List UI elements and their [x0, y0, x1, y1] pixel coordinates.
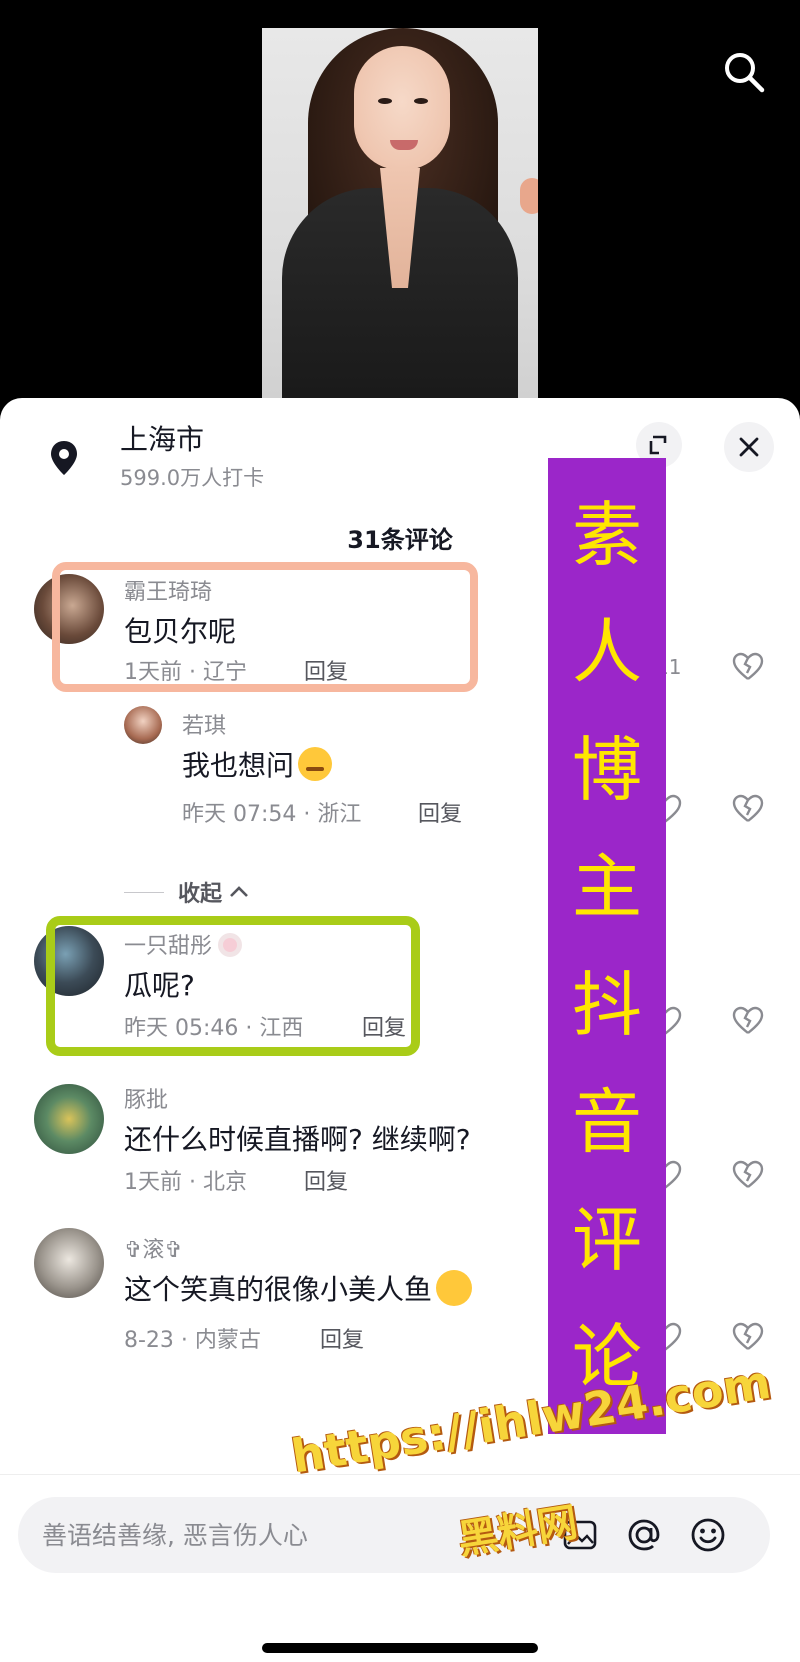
comment-username[interactable]: 一只甜彤	[124, 928, 243, 960]
collapse-replies-button[interactable]: 收起	[124, 876, 250, 908]
comment-username[interactable]: 霸王琦琦	[124, 574, 212, 606]
banner-char: 音	[572, 1081, 642, 1164]
close-button[interactable]	[724, 422, 774, 472]
crying-emoji-icon	[436, 1270, 473, 1306]
expand-icon	[649, 435, 667, 455]
highlight-box-peach	[52, 562, 478, 692]
emoji-button[interactable]	[686, 1513, 730, 1557]
avatar[interactable]	[124, 706, 162, 744]
mention-button[interactable]	[622, 1513, 666, 1557]
reply-button[interactable]: 回复	[304, 1164, 348, 1196]
comment-text: 瓜呢?	[124, 969, 195, 1002]
comment-username[interactable]: ✞滚✞	[124, 1232, 183, 1264]
video-thumbnail[interactable]	[262, 28, 538, 420]
comment-time: 1天前 · 北京	[124, 1170, 247, 1195]
close-icon	[739, 437, 759, 457]
banner-char: 博	[572, 728, 642, 811]
broken-heart-icon	[732, 1006, 764, 1034]
dislike-button[interactable]	[732, 1160, 764, 1194]
comment-input[interactable]	[42, 1520, 522, 1550]
broken-heart-icon	[732, 652, 764, 680]
broken-heart-icon	[732, 1322, 764, 1350]
comment-time: 8-23 · 内蒙古	[124, 1328, 261, 1353]
comment-time: 昨天 07:54 · 浙江	[182, 802, 362, 827]
comment-text: 我也想问	[182, 744, 333, 784]
reply-button[interactable]: 回复	[418, 796, 462, 828]
banner-char: 抖	[572, 963, 642, 1046]
dislike-button[interactable]	[732, 794, 764, 828]
comment-count: 31条评论	[347, 526, 453, 554]
dislike-button[interactable]	[732, 1006, 764, 1040]
reply-button[interactable]: 回复	[320, 1322, 364, 1354]
comment-time: 1天前 · 辽宁	[124, 660, 247, 685]
banner-char: 评	[572, 1198, 642, 1281]
avatar[interactable]	[34, 574, 104, 644]
at-sign-icon	[628, 1519, 660, 1551]
comment-time: 昨天 05:46 · 江西	[124, 1016, 304, 1041]
comment-sheet: 上海市 599.0万人打卡 31条评论 霸王琦琦 包贝尔呢 1天前 · 辽宁 回…	[0, 398, 800, 1662]
comment-input-pill[interactable]	[18, 1497, 770, 1573]
chevron-up-icon	[230, 886, 248, 897]
avatar[interactable]	[34, 1084, 104, 1154]
smile-icon	[691, 1518, 725, 1552]
reply-button[interactable]: 回复	[304, 654, 348, 686]
banner-char: 人	[572, 611, 642, 694]
search-icon	[725, 53, 765, 93]
comment-text: 这个笑真的很像小美人鱼	[124, 1268, 473, 1308]
video-area[interactable]	[0, 0, 800, 420]
dislike-button[interactable]	[732, 652, 764, 686]
search-button[interactable]	[716, 44, 772, 100]
smirk-emoji-icon	[298, 747, 333, 781]
banner-char: 素	[572, 493, 642, 576]
broken-heart-icon	[732, 794, 764, 822]
banner-char: 主	[572, 846, 642, 929]
avatar[interactable]	[34, 1228, 104, 1298]
location-title: 上海市	[120, 423, 205, 456]
dislike-button[interactable]	[732, 1322, 764, 1356]
comment-username[interactable]: 豚批	[124, 1082, 168, 1114]
location-header[interactable]: 上海市 599.0万人打卡	[40, 420, 264, 494]
comment-text: 包贝尔呢	[124, 615, 237, 648]
comment-input-bar	[0, 1474, 800, 1662]
comment-username[interactable]: 若琪	[182, 708, 226, 740]
location-checkins: 599.0万人打卡	[120, 466, 265, 490]
broken-heart-icon	[732, 1160, 764, 1188]
comment-text: 还什么时候直播啊? 继续啊?	[124, 1123, 471, 1156]
home-indicator	[262, 1643, 538, 1653]
reply-button[interactable]: 回复	[362, 1010, 406, 1042]
avatar[interactable]	[34, 926, 104, 996]
collapse-label: 收起	[178, 882, 223, 907]
location-pin-icon	[40, 434, 88, 482]
title-banner: 素 人 博 主 抖 音 评 论	[548, 458, 666, 1434]
donut-emoji-icon	[218, 933, 243, 957]
